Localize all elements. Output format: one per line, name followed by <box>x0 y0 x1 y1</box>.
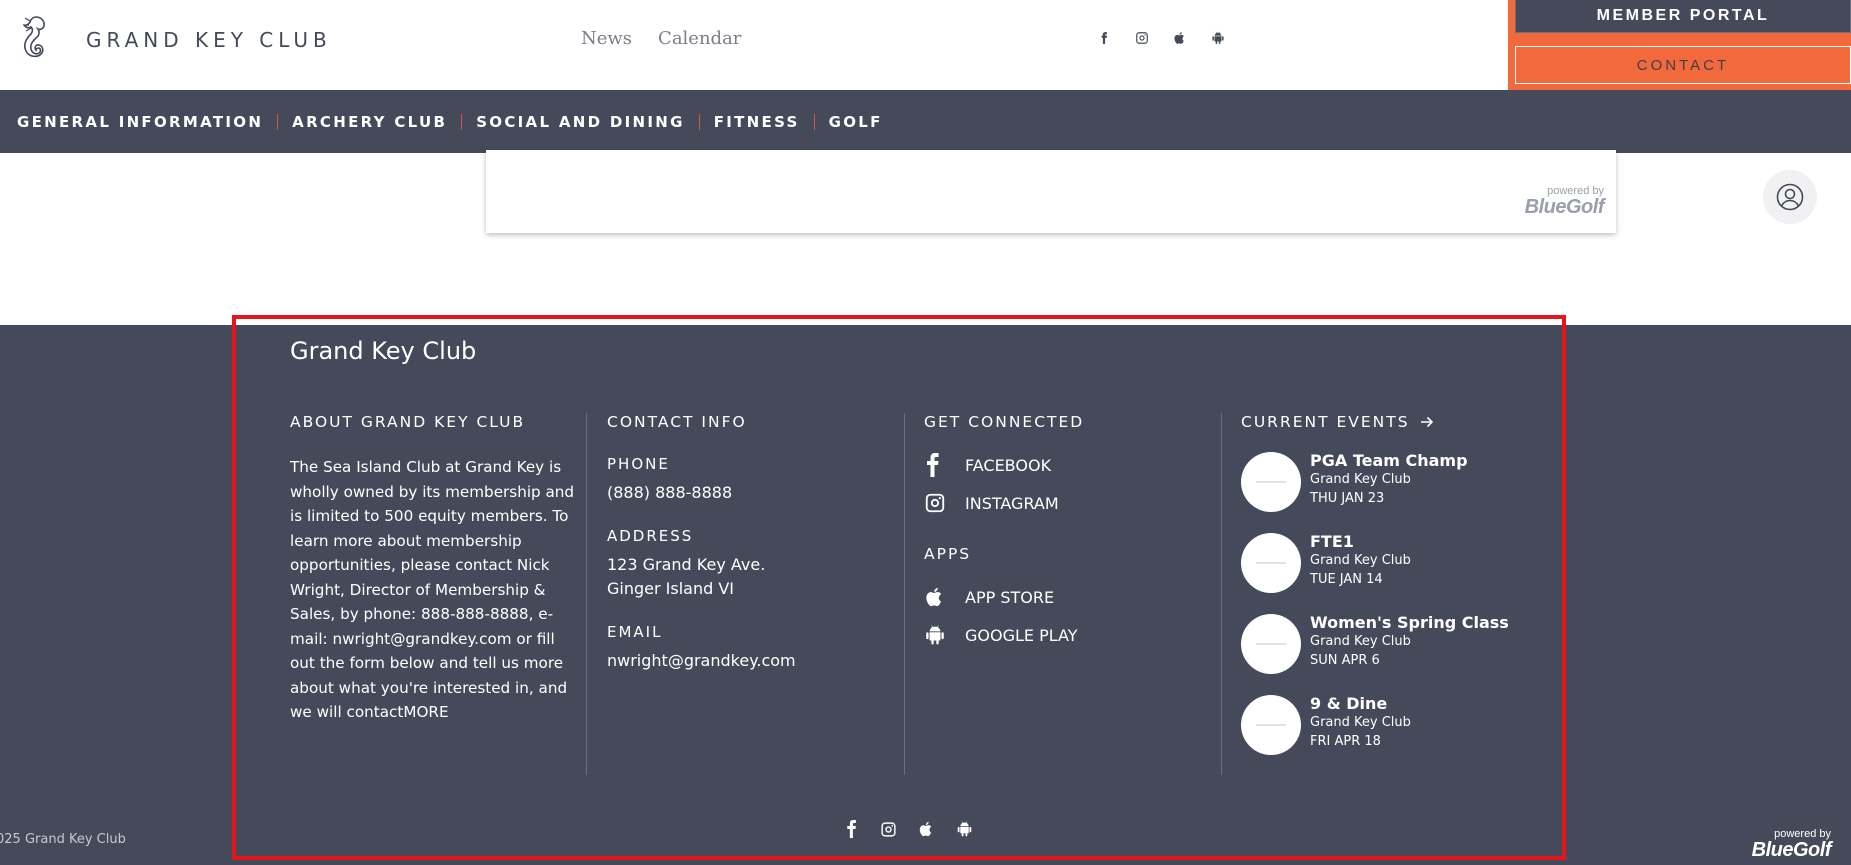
android-icon <box>924 623 950 647</box>
get-connected-column: GET CONNECTED FACEBOOK INSTAGRAM APPS AP… <box>924 413 1222 775</box>
embedded-widget-card: powered by BlueGolf <box>486 150 1616 233</box>
android-icon[interactable] <box>955 819 974 839</box>
current-events-heading[interactable]: CURRENT EVENTS <box>1241 413 1561 431</box>
bluegolf-logo: BlueGolf <box>1524 196 1605 218</box>
contact-button[interactable]: CONTACT <box>1515 46 1851 84</box>
header-button-area: MEMBER PORTAL CONTACT <box>1508 0 1851 90</box>
event-club: Grand Key Club <box>1310 472 1411 487</box>
address-line-1: 123 Grand Key Ave. <box>607 555 766 574</box>
nav-item-golf[interactable]: GOLF <box>829 113 883 131</box>
event-title: Women's Spring Class <box>1310 613 1509 632</box>
event-date: SUN APR 6 <box>1310 653 1380 668</box>
event-club: Grand Key Club <box>1310 553 1411 568</box>
member-portal-button[interactable]: MEMBER PORTAL <box>1515 0 1851 33</box>
phone-label: PHONE <box>607 455 670 473</box>
current-events-column: CURRENT EVENTS PGA Team Champ Grand Key … <box>1241 413 1561 775</box>
nav-divider <box>461 113 463 130</box>
site-footer: Grand Key Club ABOUT GRAND KEY CLUB The … <box>0 325 1851 865</box>
footer-title: Grand Key Club <box>290 337 477 365</box>
apps-heading: APPS <box>924 545 972 563</box>
facebook-icon[interactable] <box>1096 28 1112 48</box>
header-social-links <box>1096 28 1226 48</box>
instagram-label: INSTAGRAM <box>965 493 1059 513</box>
contact-info-column: CONTACT INFO PHONE (888) 888-8888 ADDRES… <box>607 413 905 775</box>
current-events-label: CURRENT EVENTS <box>1241 413 1410 431</box>
event-info: Women's Spring Class Grand Key Club SUN … <box>1310 613 1509 670</box>
nav-item-archery-club[interactable]: ARCHERY CLUB <box>292 113 447 131</box>
top-links: News Calendar <box>581 28 741 49</box>
site-header: GRAND KEY CLUB News Calendar MEMBER PORT… <box>0 0 1851 90</box>
brand-name: GRAND KEY CLUB <box>86 28 332 52</box>
nav-item-fitness[interactable]: FITNESS <box>714 113 800 131</box>
google-play-label: GOOGLE PLAY <box>965 625 1078 645</box>
event-thumbnail <box>1241 695 1301 755</box>
nav-item-general-information[interactable]: GENERAL INFORMATION <box>17 113 263 131</box>
event-info: PGA Team Champ Grand Key Club THU JAN 23 <box>1310 451 1468 508</box>
calendar-link[interactable]: Calendar <box>658 28 741 49</box>
event-item[interactable]: 9 & Dine Grand Key Club FRI APR 18 <box>1241 694 1561 755</box>
nav-item-social-and-dining[interactable]: SOCIAL AND DINING <box>476 113 685 131</box>
user-icon <box>1776 183 1804 211</box>
event-info: 9 & Dine Grand Key Club FRI APR 18 <box>1310 694 1411 751</box>
apple-icon[interactable] <box>917 819 936 839</box>
facebook-link[interactable]: FACEBOOK <box>924 453 1221 477</box>
about-body: The Sea Island Club at Grand Key is whol… <box>290 458 575 721</box>
site-logo[interactable]: GRAND KEY CLUB <box>16 14 332 66</box>
event-club: Grand Key Club <box>1310 634 1411 649</box>
apple-icon[interactable] <box>1172 28 1188 48</box>
apple-icon <box>924 585 950 609</box>
bluegolf-badge[interactable]: powered by BlueGolf <box>1524 186 1605 218</box>
event-thumbnail <box>1241 614 1301 674</box>
event-item[interactable]: Women's Spring Class Grand Key Club SUN … <box>1241 613 1561 674</box>
nav-divider <box>277 113 279 130</box>
event-title: 9 & Dine <box>1310 694 1388 713</box>
event-info: FTE1 Grand Key Club TUE JAN 14 <box>1310 532 1411 589</box>
event-title: FTE1 <box>1310 532 1354 551</box>
bluegolf-logo: BlueGolf <box>1751 839 1832 861</box>
instagram-link[interactable]: INSTAGRAM <box>924 491 1221 515</box>
email-link[interactable]: nwright@grandkey.com <box>607 649 904 673</box>
event-club: Grand Key Club <box>1310 715 1411 730</box>
event-thumbnail <box>1241 452 1301 512</box>
event-item[interactable]: PGA Team Champ Grand Key Club THU JAN 23 <box>1241 451 1561 512</box>
user-account-button[interactable] <box>1763 170 1817 224</box>
nav-divider <box>813 113 815 130</box>
address-label: ADDRESS <box>607 527 694 545</box>
phone-link[interactable]: (888) 888-8888 <box>607 481 904 505</box>
main-nav: GENERAL INFORMATION ARCHERY CLUB SOCIAL … <box>0 90 1851 153</box>
instagram-icon[interactable] <box>879 819 898 839</box>
app-store-link[interactable]: APP STORE <box>924 585 1221 609</box>
app-store-label: APP STORE <box>965 587 1055 607</box>
contact-info-heading: CONTACT INFO <box>607 413 747 431</box>
event-thumbnail <box>1241 533 1301 593</box>
news-link[interactable]: News <box>581 28 632 49</box>
more-link[interactable]: MORE <box>403 703 448 721</box>
event-title: PGA Team Champ <box>1310 451 1468 470</box>
instagram-icon <box>924 491 950 515</box>
email-label: EMAIL <box>607 623 663 641</box>
seahorse-logo-icon <box>23 16 45 58</box>
about-column: ABOUT GRAND KEY CLUB The Sea Island Club… <box>290 413 587 775</box>
facebook-icon[interactable] <box>841 819 860 839</box>
address-line-2: Ginger Island VI <box>607 579 734 598</box>
facebook-label: FACEBOOK <box>965 455 1052 475</box>
event-date: THU JAN 23 <box>1310 491 1385 506</box>
event-item[interactable]: FTE1 Grand Key Club TUE JAN 14 <box>1241 532 1561 593</box>
about-heading: ABOUT GRAND KEY CLUB <box>290 413 526 431</box>
copyright-text: 025 Grand Key Club <box>0 832 126 847</box>
get-connected-heading: GET CONNECTED <box>924 413 1085 431</box>
google-play-link[interactable]: GOOGLE PLAY <box>924 623 1221 647</box>
bluegolf-badge[interactable]: powered by BlueGolf <box>1751 829 1832 861</box>
footer-social-links <box>841 819 974 839</box>
instagram-icon[interactable] <box>1134 28 1150 48</box>
about-text: The Sea Island Club at Grand Key is whol… <box>290 455 577 725</box>
event-date: FRI APR 18 <box>1310 734 1381 749</box>
android-icon[interactable] <box>1210 28 1226 48</box>
nav-divider <box>698 113 700 130</box>
facebook-icon <box>924 453 950 477</box>
arrow-right-icon <box>1420 416 1433 428</box>
event-date: TUE JAN 14 <box>1310 572 1383 587</box>
